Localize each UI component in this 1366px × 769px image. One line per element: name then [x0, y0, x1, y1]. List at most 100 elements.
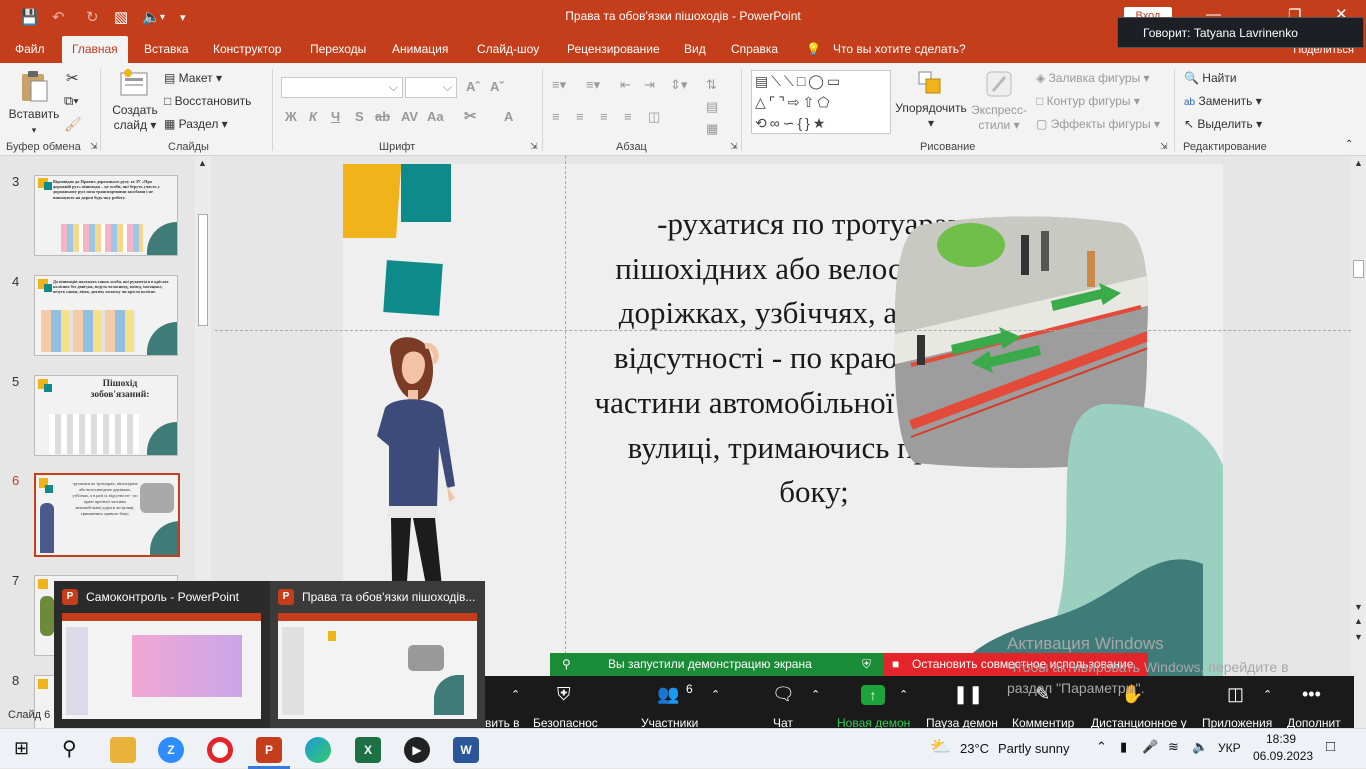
align-right-icon[interactable]: ≡: [600, 109, 608, 124]
line-spacing-icon[interactable]: ⇕▾: [670, 77, 687, 93]
paste-button[interactable]: Вставить ▾: [8, 69, 60, 138]
decrease-indent-icon[interactable]: ⇤: [620, 77, 631, 93]
scrollbar-thumb[interactable]: [1353, 260, 1364, 278]
powerpoint-taskbar-icon[interactable]: P: [256, 737, 282, 763]
wifi-icon[interactable]: ≋: [1168, 739, 1179, 755]
shape-outline-button[interactable]: □ Контур фигуры ▾: [1036, 94, 1140, 108]
chevron-up-icon[interactable]: ⌃: [899, 688, 908, 701]
opera-icon[interactable]: [207, 737, 233, 763]
justify-icon[interactable]: ≡: [624, 109, 632, 124]
shape-effects-button[interactable]: ▢ Эффекты фигуры ▾: [1036, 117, 1160, 131]
italic-button[interactable]: К: [309, 109, 317, 124]
preview-window-rights[interactable]: P Права та обов'язки пішоходів...: [270, 581, 485, 728]
bullets-icon[interactable]: ≡▾: [552, 77, 566, 93]
dialog-launcher-icon[interactable]: ⇲: [90, 141, 98, 152]
tab-animations[interactable]: Анимация: [392, 42, 448, 56]
collapse-ribbon-icon[interactable]: ⌃: [1345, 139, 1353, 150]
font-color-button[interactable]: A: [504, 109, 513, 124]
weather-icon[interactable]: ⛅: [930, 737, 951, 757]
windows-start-icon[interactable]: ⊞: [14, 738, 29, 759]
shrink-font-icon[interactable]: Aˇ: [490, 79, 504, 94]
grow-font-icon[interactable]: Aˆ: [466, 79, 480, 94]
weather-temp[interactable]: 23°C: [960, 741, 989, 756]
chat-icon[interactable]: 🗨: [772, 684, 795, 705]
pause-icon[interactable]: ❚❚: [953, 684, 983, 705]
tab-slideshow[interactable]: Слайд-шоу: [477, 42, 539, 56]
strikethrough-button[interactable]: ab: [375, 109, 390, 124]
slide-thumbnail-5[interactable]: Пішохід зобов'язаний:: [34, 375, 178, 456]
numbering-icon[interactable]: ≡▾: [586, 77, 600, 93]
copy-icon[interactable]: ⧉▾: [64, 93, 79, 109]
scroll-up-icon[interactable]: ▲: [1354, 158, 1363, 168]
text-direction-icon[interactable]: ⇅: [706, 77, 717, 93]
quick-styles-button[interactable]: Экспресс-стили ▾: [966, 69, 1032, 133]
weather-desc[interactable]: Partly sunny: [998, 741, 1070, 756]
char-spacing-button[interactable]: AV: [401, 109, 418, 124]
increase-indent-icon[interactable]: ⇥: [644, 77, 655, 93]
select-button[interactable]: ↖ Выделить ▾: [1184, 117, 1262, 131]
microphone-icon[interactable]: 🎤: [1142, 739, 1158, 755]
zoom-app-icon[interactable]: Z: [158, 737, 184, 763]
battery-icon[interactable]: ▮: [1120, 739, 1127, 755]
chevron-up-icon[interactable]: ⌃: [811, 688, 820, 701]
tab-review[interactable]: Рецензирование: [567, 42, 660, 56]
prev-slide-icon[interactable]: ▲: [1354, 616, 1363, 626]
clear-formatting-icon[interactable]: ✂: [464, 107, 477, 125]
reset-button[interactable]: □ Восстановить: [164, 94, 251, 108]
font-family-select[interactable]: ⌵: [281, 77, 403, 98]
find-button[interactable]: 🔍 Найти: [1184, 71, 1237, 85]
cut-icon[interactable]: ✂: [66, 69, 79, 87]
dialog-launcher-icon[interactable]: ⇲: [1160, 141, 1168, 152]
format-painter-icon[interactable]: 🖌: [64, 116, 82, 133]
tab-help[interactable]: Справка: [731, 42, 778, 56]
replace-button[interactable]: ab Заменить ▾: [1184, 94, 1262, 108]
chevron-up-icon[interactable]: ⌃: [711, 688, 720, 701]
align-left-icon[interactable]: ≡: [552, 109, 560, 124]
section-button[interactable]: ▦ Раздел ▾: [164, 117, 228, 131]
shapes-gallery[interactable]: ▤⟍⟍□◯▭ △⌜⌝⇨⇧⬠ ⟲∞∽{}★: [751, 70, 891, 134]
editor-scrollbar[interactable]: ▲ ▼ ▲ ▼: [1351, 156, 1366, 734]
edge-icon[interactable]: [305, 737, 331, 763]
chevron-up-icon[interactable]: ⌃: [1096, 739, 1107, 755]
dialog-launcher-icon[interactable]: ⇲: [730, 141, 738, 152]
share-screen-icon[interactable]: ↑: [861, 685, 885, 705]
word-icon[interactable]: W: [453, 737, 479, 763]
scrollbar-thumb[interactable]: [198, 214, 208, 326]
new-slide-button[interactable]: Создать слайд ▾: [108, 69, 162, 133]
search-icon[interactable]: ⚲: [62, 736, 77, 761]
columns-icon[interactable]: ◫: [648, 109, 660, 125]
shadow-button[interactable]: S: [355, 109, 364, 124]
dialog-launcher-icon[interactable]: ⇲: [530, 141, 538, 152]
tab-home[interactable]: Главная: [62, 36, 128, 63]
align-center-icon[interactable]: ≡: [576, 109, 584, 124]
smartart-icon[interactable]: ▦: [706, 121, 718, 137]
clock-date[interactable]: 06.09.2023: [1253, 749, 1313, 763]
volume-icon[interactable]: 🔈: [1192, 739, 1208, 755]
bold-button[interactable]: Ж: [285, 109, 297, 124]
tab-view[interactable]: Вид: [684, 42, 706, 56]
arrange-button[interactable]: Упорядочить ▾: [895, 69, 967, 131]
clock-time[interactable]: 18:39: [1266, 732, 1296, 746]
more-icon[interactable]: •••: [1302, 684, 1321, 705]
underline-button[interactable]: Ч: [331, 109, 340, 124]
tab-file[interactable]: Файл: [15, 42, 45, 56]
slide-thumbnail-6[interactable]: -рухатися по тротуарах, пішохідних або в…: [34, 473, 180, 557]
tab-transitions[interactable]: Переходы: [310, 42, 366, 56]
scroll-up-icon[interactable]: ▲: [198, 158, 207, 168]
file-explorer-icon[interactable]: [110, 737, 136, 763]
layout-button[interactable]: ▤ Макет ▾: [164, 71, 222, 85]
notification-icon[interactable]: □: [1326, 738, 1335, 755]
language-indicator[interactable]: УКР: [1218, 741, 1241, 755]
slide-thumbnail-4[interactable]: До пішоходів належать також особи, які р…: [34, 275, 178, 356]
next-slide-icon[interactable]: ▼: [1354, 632, 1363, 642]
font-size-select[interactable]: ⌵: [405, 77, 457, 98]
tab-insert[interactable]: Вставка: [144, 42, 189, 56]
participants-icon[interactable]: 👥: [657, 684, 679, 705]
preview-window-selfcheck[interactable]: P Самоконтроль - PowerPoint: [54, 581, 269, 728]
change-case-button[interactable]: Aa: [427, 109, 444, 124]
shape-fill-button[interactable]: ◈ Заливка фигуры ▾: [1036, 71, 1150, 85]
chevron-up-icon[interactable]: ⌃: [511, 688, 520, 701]
tab-design[interactable]: Конструктор: [213, 42, 281, 56]
scroll-down-icon[interactable]: ▼: [1354, 602, 1363, 612]
tell-me-input[interactable]: Что вы хотите сделать?: [833, 42, 966, 56]
